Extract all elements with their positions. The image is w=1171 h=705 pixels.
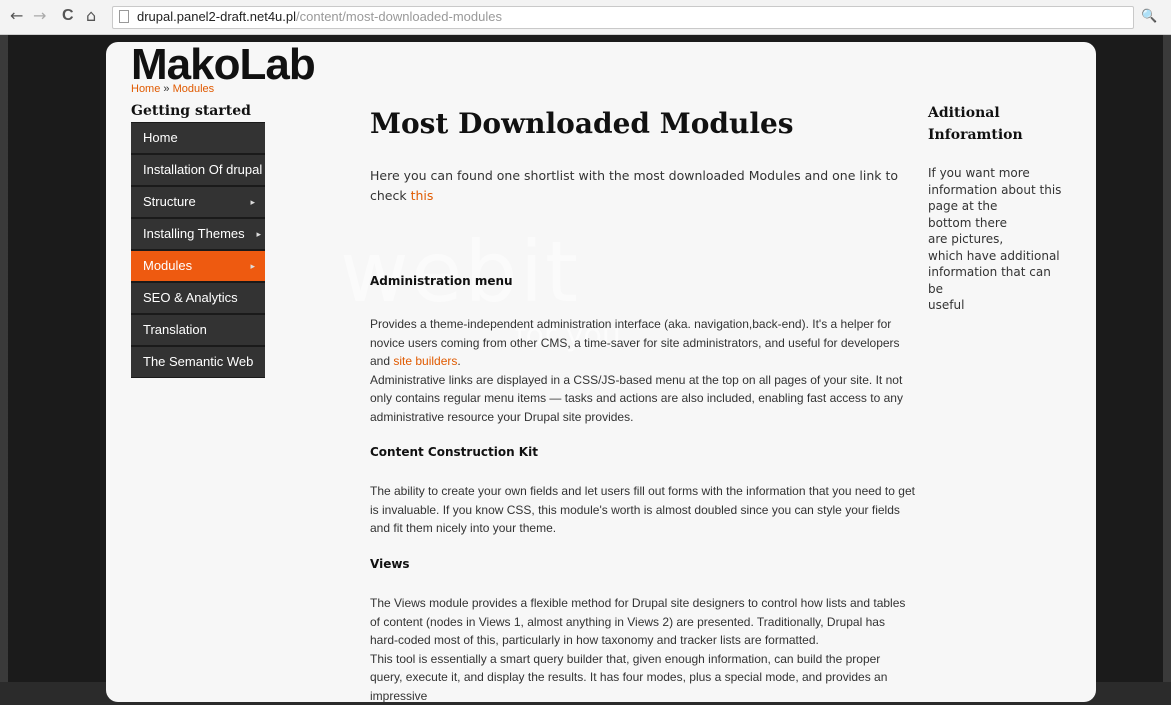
sidebar-item-label: The Semantic Web	[143, 354, 254, 369]
sidebar-item-label: Structure	[143, 194, 196, 209]
back-button[interactable]: ←	[10, 7, 23, 25]
sidebar-item-home[interactable]: Home	[131, 123, 265, 153]
intro-paragraph: Here you can found one shortlist with th…	[370, 166, 930, 206]
section-heading-views: Views	[370, 557, 410, 571]
breadcrumb-separator: »	[160, 83, 173, 95]
sidebar-title: Getting started	[131, 103, 251, 119]
submenu-arrow-icon: ▸	[250, 197, 255, 207]
browser-toolbar: ← → C ⌂ drupal.panel2-draft.net4u.pl/con…	[0, 0, 1171, 35]
sidebar-item-label: Translation	[143, 322, 207, 337]
aside-line: page at the	[928, 199, 998, 213]
address-bar[interactable]: drupal.panel2-draft.net4u.pl/content/mos…	[112, 6, 1134, 29]
section-body-cck: The ability to create your own fields an…	[370, 482, 915, 538]
sidebar-item-modules[interactable]: Modules ▸	[131, 251, 265, 281]
section-heading-cck: Content Construction Kit	[370, 445, 538, 459]
section-body-views: The Views module provides a flexible met…	[370, 594, 915, 705]
intro-text: Here you can found one shortlist with th…	[370, 168, 899, 203]
page-title: Most Downloaded Modules	[370, 107, 794, 140]
page-icon	[119, 10, 129, 23]
url-text: drupal.panel2-draft.net4u.pl/content/mos…	[137, 9, 502, 24]
aside-line: useful	[928, 298, 965, 312]
intro-link[interactable]: this	[411, 188, 434, 203]
breadcrumb: Home » Modules	[131, 83, 214, 95]
submenu-arrow-icon: ▸	[256, 229, 261, 239]
sidebar-item-translation[interactable]: Translation	[131, 315, 265, 345]
sidebar-item-label: Home	[143, 130, 178, 145]
section-text: Administrative links are displayed in a …	[370, 372, 903, 424]
sidebar-item-seo[interactable]: SEO & Analytics	[131, 283, 265, 313]
aside-line: bottom there	[928, 215, 1007, 230]
section-body-admin-menu: Provides a theme-independent administrat…	[370, 315, 915, 426]
sidebar-item-structure[interactable]: Structure ▸	[131, 187, 265, 217]
aside-line: If you want more	[928, 166, 1030, 180]
section-text: .	[457, 354, 461, 368]
forward-button[interactable]: →	[33, 7, 46, 25]
section-text: The Views module provides a flexible met…	[370, 596, 906, 647]
reload-button[interactable]: C	[62, 7, 74, 25]
sidebar-item-installing-themes[interactable]: Installing Themes ▸	[131, 219, 265, 249]
sidebar-menu: Home Installation Of drupal Structure ▸ I…	[131, 122, 265, 378]
sidebar-item-semantic-web[interactable]: The Semantic Web	[131, 347, 265, 377]
breadcrumb-home[interactable]: Home	[131, 83, 160, 95]
section-text: The ability to create your own fields an…	[370, 484, 915, 535]
submenu-arrow-icon: ▸	[250, 261, 255, 271]
sidebar-item-label: Installation Of drupal	[143, 162, 263, 177]
aside-line: which have additional	[928, 248, 1060, 263]
zoom-icon[interactable]: 🔍	[1141, 9, 1157, 24]
site-logo[interactable]: MakoLab	[131, 43, 316, 87]
aside-title: Aditional Inforamtion	[928, 105, 1023, 143]
section-heading-admin-menu: Administration menu	[370, 274, 513, 288]
sidebar-item-label: Modules	[143, 258, 193, 273]
url-host: drupal.panel2-draft.net4u.pl	[137, 9, 297, 24]
breadcrumb-current[interactable]: Modules	[173, 83, 215, 95]
section-text: This tool is essentially a smart query b…	[370, 651, 888, 703]
home-button[interactable]: ⌂	[86, 7, 96, 25]
sidebar-item-installation[interactable]: Installation Of drupal	[131, 155, 265, 185]
aside-line: information about this	[928, 182, 1062, 197]
sidebar-item-label: Installing Themes	[143, 226, 245, 241]
aside-body: If you want more information about this …	[928, 165, 1068, 314]
sidebar-item-label: SEO & Analytics	[143, 290, 238, 305]
aside-line: are pictures,	[928, 232, 1004, 246]
url-path: /content/most-downloaded-modules	[296, 9, 502, 24]
aside-line: information that can be	[928, 265, 1051, 296]
site-builders-link[interactable]: site builders	[393, 354, 457, 368]
